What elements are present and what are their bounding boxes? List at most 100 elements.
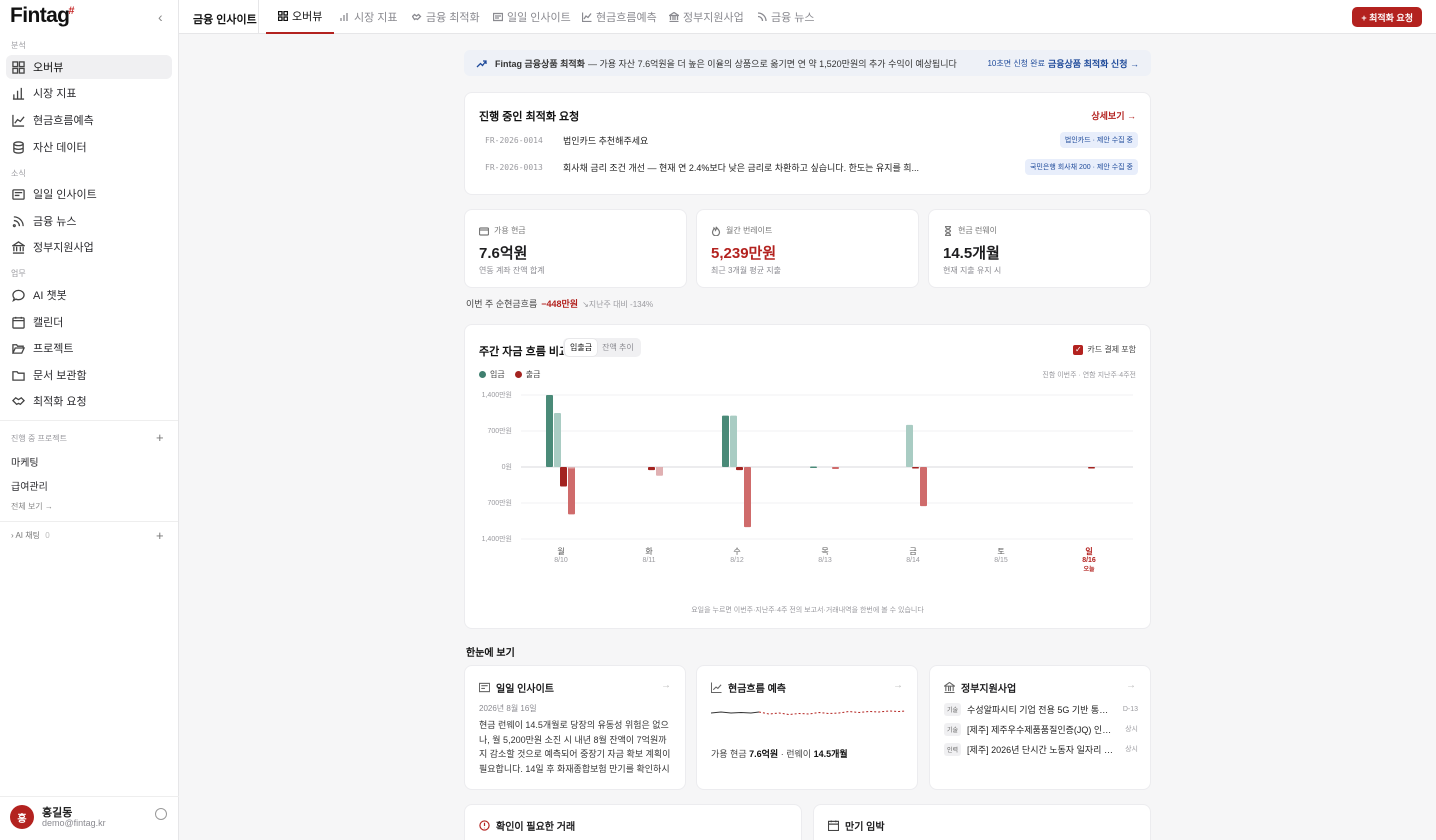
weekday-label: 수	[733, 547, 741, 556]
x-tick-label[interactable]: 수 8/12	[717, 546, 757, 564]
maturity-card[interactable]: 만기 임박	[813, 804, 1151, 840]
bar[interactable]	[554, 413, 561, 467]
list-item[interactable]: FR-2026-0013 회사채 금리 조건 개선 — 현재 연 2.4%보다 …	[485, 159, 1138, 175]
kpi-card-burn-rate[interactable]: 월간 번레이트 5,239만원 최근 3개월 평균 지출	[696, 209, 919, 288]
list-item[interactable]: 기술 수성알파시티 기업 전용 5G 기반 통신... D-13	[944, 702, 1138, 716]
x-tick-label[interactable]: 금 8/14	[893, 546, 933, 564]
x-tick-label[interactable]: 일 8/16 오늘	[1069, 546, 1109, 573]
bar[interactable]	[722, 415, 729, 467]
list-item[interactable]: 기술 [제주] 제주우수제품품질인증(JQ) 인증... 상시	[944, 722, 1138, 736]
user-profile[interactable]: 홍 홍길동 demo@fintag.kr	[0, 796, 179, 840]
sidebar-item-daily-insight[interactable]: 일일 인사이트	[6, 182, 172, 206]
weekday-label: 일	[1085, 547, 1093, 556]
view-all-projects-link[interactable]: 전체 보기 →	[11, 501, 53, 512]
request-text: 법인카드 추천해주세요	[563, 135, 649, 146]
sidebar-item-overview[interactable]: 오버뷰	[6, 55, 172, 79]
tab-daily-insight[interactable]: 일일 인사이트	[493, 0, 571, 34]
bar[interactable]	[560, 467, 567, 487]
handshake-icon	[412, 13, 422, 21]
news-icon	[493, 12, 503, 22]
x-tick-label[interactable]: 월 8/10	[541, 546, 581, 564]
date-label: 8/13	[818, 557, 832, 564]
sidebar-item-label: 프로젝트	[33, 343, 74, 355]
list-item[interactable]: FR-2026-0014 법인카드 추천해주세요 법인카드 · 제안 수집 중	[485, 132, 1138, 148]
weekday-label: 금	[909, 547, 917, 556]
kpi-value: 7.6억원	[479, 245, 528, 262]
bar[interactable]	[546, 395, 553, 467]
sidebar-item-assets[interactable]: 자산 데이터	[6, 135, 172, 159]
kpi-card-runway[interactable]: 현금 런웨이 14.5개월 현재 지출 유지 시	[928, 209, 1151, 288]
collapse-sidebar-icon[interactable]: ‹	[158, 9, 163, 25]
bar[interactable]	[920, 467, 927, 507]
tab-cashflow[interactable]: 현금흐름예측	[582, 0, 657, 34]
sidebar-item-label: 정부지원사업	[33, 242, 94, 254]
projects-header: 진행 중 프로젝트	[11, 434, 67, 443]
weekly-netflow: 이번 주 순현금흐름 −448만원 ↘지난주 대비 -134%	[466, 297, 653, 310]
toggle-inout[interactable]: 입출금	[565, 339, 598, 356]
list-item[interactable]: 인력 [제주] 2026년 단시간 노동자 일자리 지... 상시	[944, 742, 1138, 756]
hourglass-icon	[944, 225, 952, 236]
fintag-logo[interactable]: Fintag#	[10, 4, 74, 28]
project-item[interactable]: 마케팅	[11, 454, 39, 469]
sidebar-item-optimization[interactable]: 최적화 요청	[6, 389, 172, 413]
calendar-icon	[12, 316, 25, 329]
sidebar-item-ai-chatbot[interactable]: AI 챗봇	[6, 283, 172, 307]
news-icon	[479, 682, 490, 693]
arrow-right-icon: →	[1126, 680, 1136, 691]
bar[interactable]	[730, 415, 737, 467]
category-tag: 인력	[944, 742, 962, 756]
sidebar-item-calendar[interactable]: 캘린더	[6, 310, 172, 334]
bar[interactable]	[832, 467, 839, 470]
kpi-card-available-cash[interactable]: 가용 현금 7.6억원 연동 계좌 잔액 합계	[464, 209, 687, 288]
user-settings-icon[interactable]	[155, 808, 167, 820]
news-icon	[12, 188, 25, 200]
bar[interactable]	[744, 467, 751, 528]
x-tick-label[interactable]: 토 8/15	[981, 546, 1021, 564]
forecast-sparkline	[711, 710, 905, 716]
bar[interactable]	[568, 467, 575, 515]
toggle-balance[interactable]: 잔액 추이	[597, 339, 639, 356]
weekday-label: 토	[997, 547, 1005, 556]
bar[interactable]	[736, 467, 743, 471]
tab-market[interactable]: 시장 지표	[340, 0, 398, 34]
tab-optimization[interactable]: 금융 최적화	[412, 0, 480, 34]
sidebar-item-label: 현금흐름예측	[33, 115, 94, 127]
sidebar-item-cashflow[interactable]: 현금흐름예측	[6, 108, 172, 132]
sidebar-item-documents[interactable]: 문서 보관함	[6, 363, 172, 387]
cash-value: 7.6억원	[749, 749, 779, 759]
sidebar-item-market[interactable]: 시장 지표	[6, 81, 172, 105]
add-project-icon[interactable]: +	[156, 430, 164, 445]
cashflow-forecast-card[interactable]: 현금흐름 예측 → 가용 현금 7.6억원 · 런웨이 14.5개월	[696, 665, 918, 790]
project-item[interactable]: 급여관리	[11, 478, 48, 493]
x-tick-label[interactable]: 화 8/11	[629, 546, 669, 564]
bar[interactable]	[906, 424, 913, 467]
tab-gov-support[interactable]: 정부지원사업	[669, 0, 744, 34]
bar[interactable]	[1088, 467, 1095, 469]
insight-date: 2026년 8월 16일	[479, 704, 537, 713]
insight-card[interactable]: 일일 인사이트 → 2026년 8월 16일 현금 런웨이 14.5개월로 당장…	[464, 665, 686, 790]
x-tick-label[interactable]: 목 8/13	[805, 546, 845, 564]
sidebar-item-gov-support[interactable]: 정부지원사업	[6, 235, 172, 259]
tab-finance-news[interactable]: 금융 뉴스	[757, 0, 815, 34]
request-text: 회사채 금리 조건 개선 — 현재 연 2.4%보다 낮은 금리로 차환하고 싶…	[563, 162, 920, 173]
optimization-request-button[interactable]: + 최적화 요청	[1352, 7, 1422, 27]
bar[interactable]	[912, 467, 919, 469]
requests-more-link[interactable]: 상세보기 →	[1091, 109, 1136, 122]
breadcrumb-divider	[258, 0, 259, 34]
bar[interactable]	[568, 467, 575, 469]
date-label: 8/14	[906, 557, 920, 564]
tab-overview[interactable]: 오버뷰	[266, 0, 335, 34]
bar[interactable]	[656, 467, 663, 476]
add-chat-icon[interactable]: +	[156, 528, 164, 543]
bar[interactable]	[810, 466, 817, 468]
kpi-value: 5,239만원	[711, 245, 777, 262]
bar[interactable]	[648, 467, 655, 471]
trending-up-icon	[476, 59, 487, 67]
ai-chat-toggle[interactable]: › AI 채팅 0	[11, 530, 50, 541]
status-badge: 법인카드 · 제안 수집 중	[1059, 132, 1138, 148]
banner-apply-link[interactable]: 금융상품 최적화 신청 →	[1048, 57, 1139, 70]
check-transactions-card[interactable]: 확인이 필요한 거래	[464, 804, 802, 840]
sidebar-item-projects[interactable]: 프로젝트	[6, 336, 172, 360]
sidebar-item-finance-news[interactable]: 금융 뉴스	[6, 209, 172, 233]
gov-support-card[interactable]: 정부지원사업 → 기술 수성알파시티 기업 전용 5G 기반 통신... D-13 …	[929, 665, 1151, 790]
